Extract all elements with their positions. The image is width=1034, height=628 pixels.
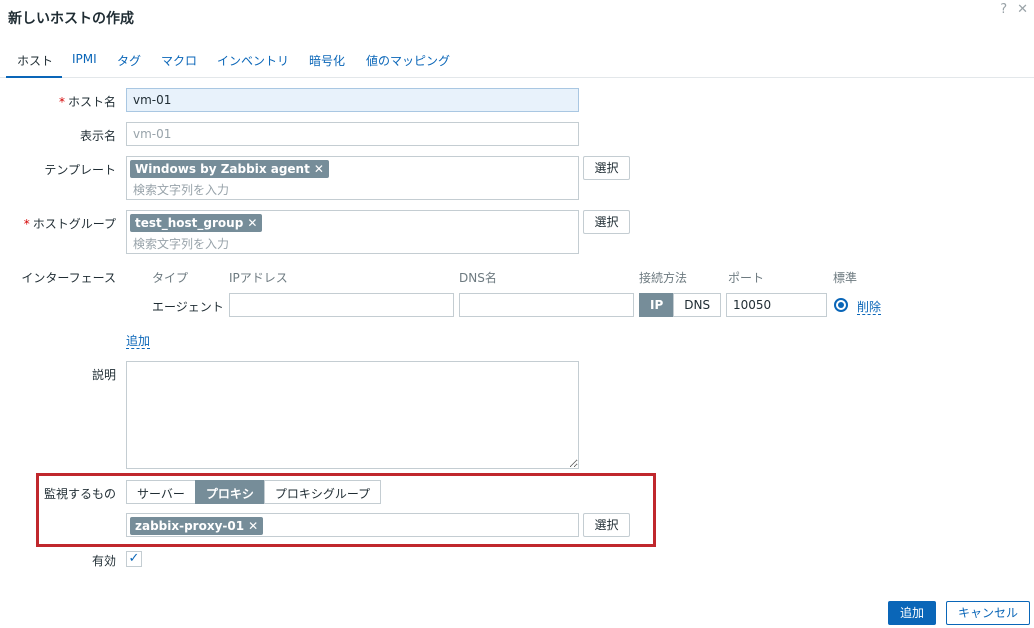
interface-port-input[interactable]: 10050 — [726, 293, 827, 317]
help-icon[interactable]: ? — [1000, 2, 1007, 17]
description-textarea[interactable] — [126, 361, 579, 469]
host-groups-label: * ホストグループ — [23, 217, 116, 231]
tab-encryption[interactable]: 暗号化 — [309, 52, 345, 77]
connect-dns-button[interactable]: DNS — [673, 293, 722, 317]
header-icons: ? ✕ — [1000, 2, 1028, 17]
tab-value-mapping[interactable]: 値のマッピング — [366, 52, 450, 77]
tab-ipmi[interactable]: IPMI — [72, 52, 97, 77]
proxy-multiselect[interactable]: zabbix-proxy-01 ✕ — [126, 513, 579, 537]
templates-label: テンプレート — [44, 163, 116, 177]
connect-toggle: IP DNS — [639, 293, 722, 317]
host-group-tag: test_host_group ✕ — [130, 214, 263, 232]
col-port: ポート — [728, 271, 765, 285]
monitored-by-proxy[interactable]: プロキシ — [194, 480, 265, 504]
col-dns: DNS名 — [459, 271, 497, 285]
host-name-input[interactable]: vm-01 — [126, 88, 579, 112]
col-type: タイプ — [152, 271, 189, 285]
add-interface-link[interactable]: 追加 — [126, 334, 151, 349]
templates-select-button[interactable]: 選択 — [583, 156, 630, 180]
tab-macros[interactable]: マクロ — [161, 52, 197, 77]
host-groups-select-button[interactable]: 選択 — [583, 210, 630, 234]
connect-ip-button[interactable]: IP — [639, 293, 675, 317]
visible-name-label: 表示名 — [79, 129, 116, 143]
interface-dns-input[interactable] — [459, 293, 634, 317]
enabled-checkbox[interactable]: ✓ — [126, 551, 142, 567]
tab-tags[interactable]: タグ — [117, 52, 141, 77]
template-tag: Windows by Zabbix agent ✕ — [130, 160, 329, 178]
proxy-select-button[interactable]: 選択 — [583, 513, 630, 537]
description-label: 説明 — [91, 368, 116, 382]
host-groups-multiselect[interactable]: test_host_group ✕ 検索文字列を入力 — [126, 210, 579, 254]
monitored-by-toggle: サーバー プロキシ プロキシグループ — [126, 480, 382, 504]
remove-icon[interactable]: ✕ — [314, 162, 324, 176]
monitored-by-label: 監視するもの — [43, 487, 116, 501]
interfaces-label: インターフェース — [21, 271, 116, 285]
interface-type: エージェント — [152, 300, 224, 314]
default-interface-radio[interactable] — [834, 298, 848, 312]
tab-inventory[interactable]: インベントリ — [217, 52, 289, 77]
remove-icon[interactable]: ✕ — [247, 216, 257, 230]
monitored-by-proxy-group[interactable]: プロキシグループ — [263, 480, 382, 504]
interface-ip-input[interactable] — [229, 293, 454, 317]
col-ip: IPアドレス — [229, 271, 288, 285]
col-connect: 接続方法 — [639, 271, 688, 285]
visible-name-input[interactable]: vm-01 — [126, 122, 579, 146]
cancel-button[interactable]: キャンセル — [946, 601, 1030, 625]
close-icon[interactable]: ✕ — [1017, 2, 1028, 17]
templates-multiselect[interactable]: Windows by Zabbix agent ✕ 検索文字列を入力 — [126, 156, 579, 200]
tab-bar: ホスト IPMI タグ マクロ インベントリ 暗号化 値のマッピング — [0, 52, 1034, 78]
add-button[interactable]: 追加 — [888, 601, 936, 625]
dialog-title: 新しいホストの作成 — [8, 11, 134, 27]
monitored-by-server[interactable]: サーバー — [126, 480, 196, 504]
enabled-label: 有効 — [91, 554, 116, 568]
remove-interface-link[interactable]: 削除 — [857, 300, 882, 315]
proxy-tag: zabbix-proxy-01 ✕ — [130, 517, 264, 535]
col-default: 標準 — [833, 271, 858, 285]
remove-icon[interactable]: ✕ — [248, 519, 258, 533]
tab-host[interactable]: ホスト — [6, 52, 62, 78]
host-name-label: * ホスト名 — [58, 95, 116, 109]
